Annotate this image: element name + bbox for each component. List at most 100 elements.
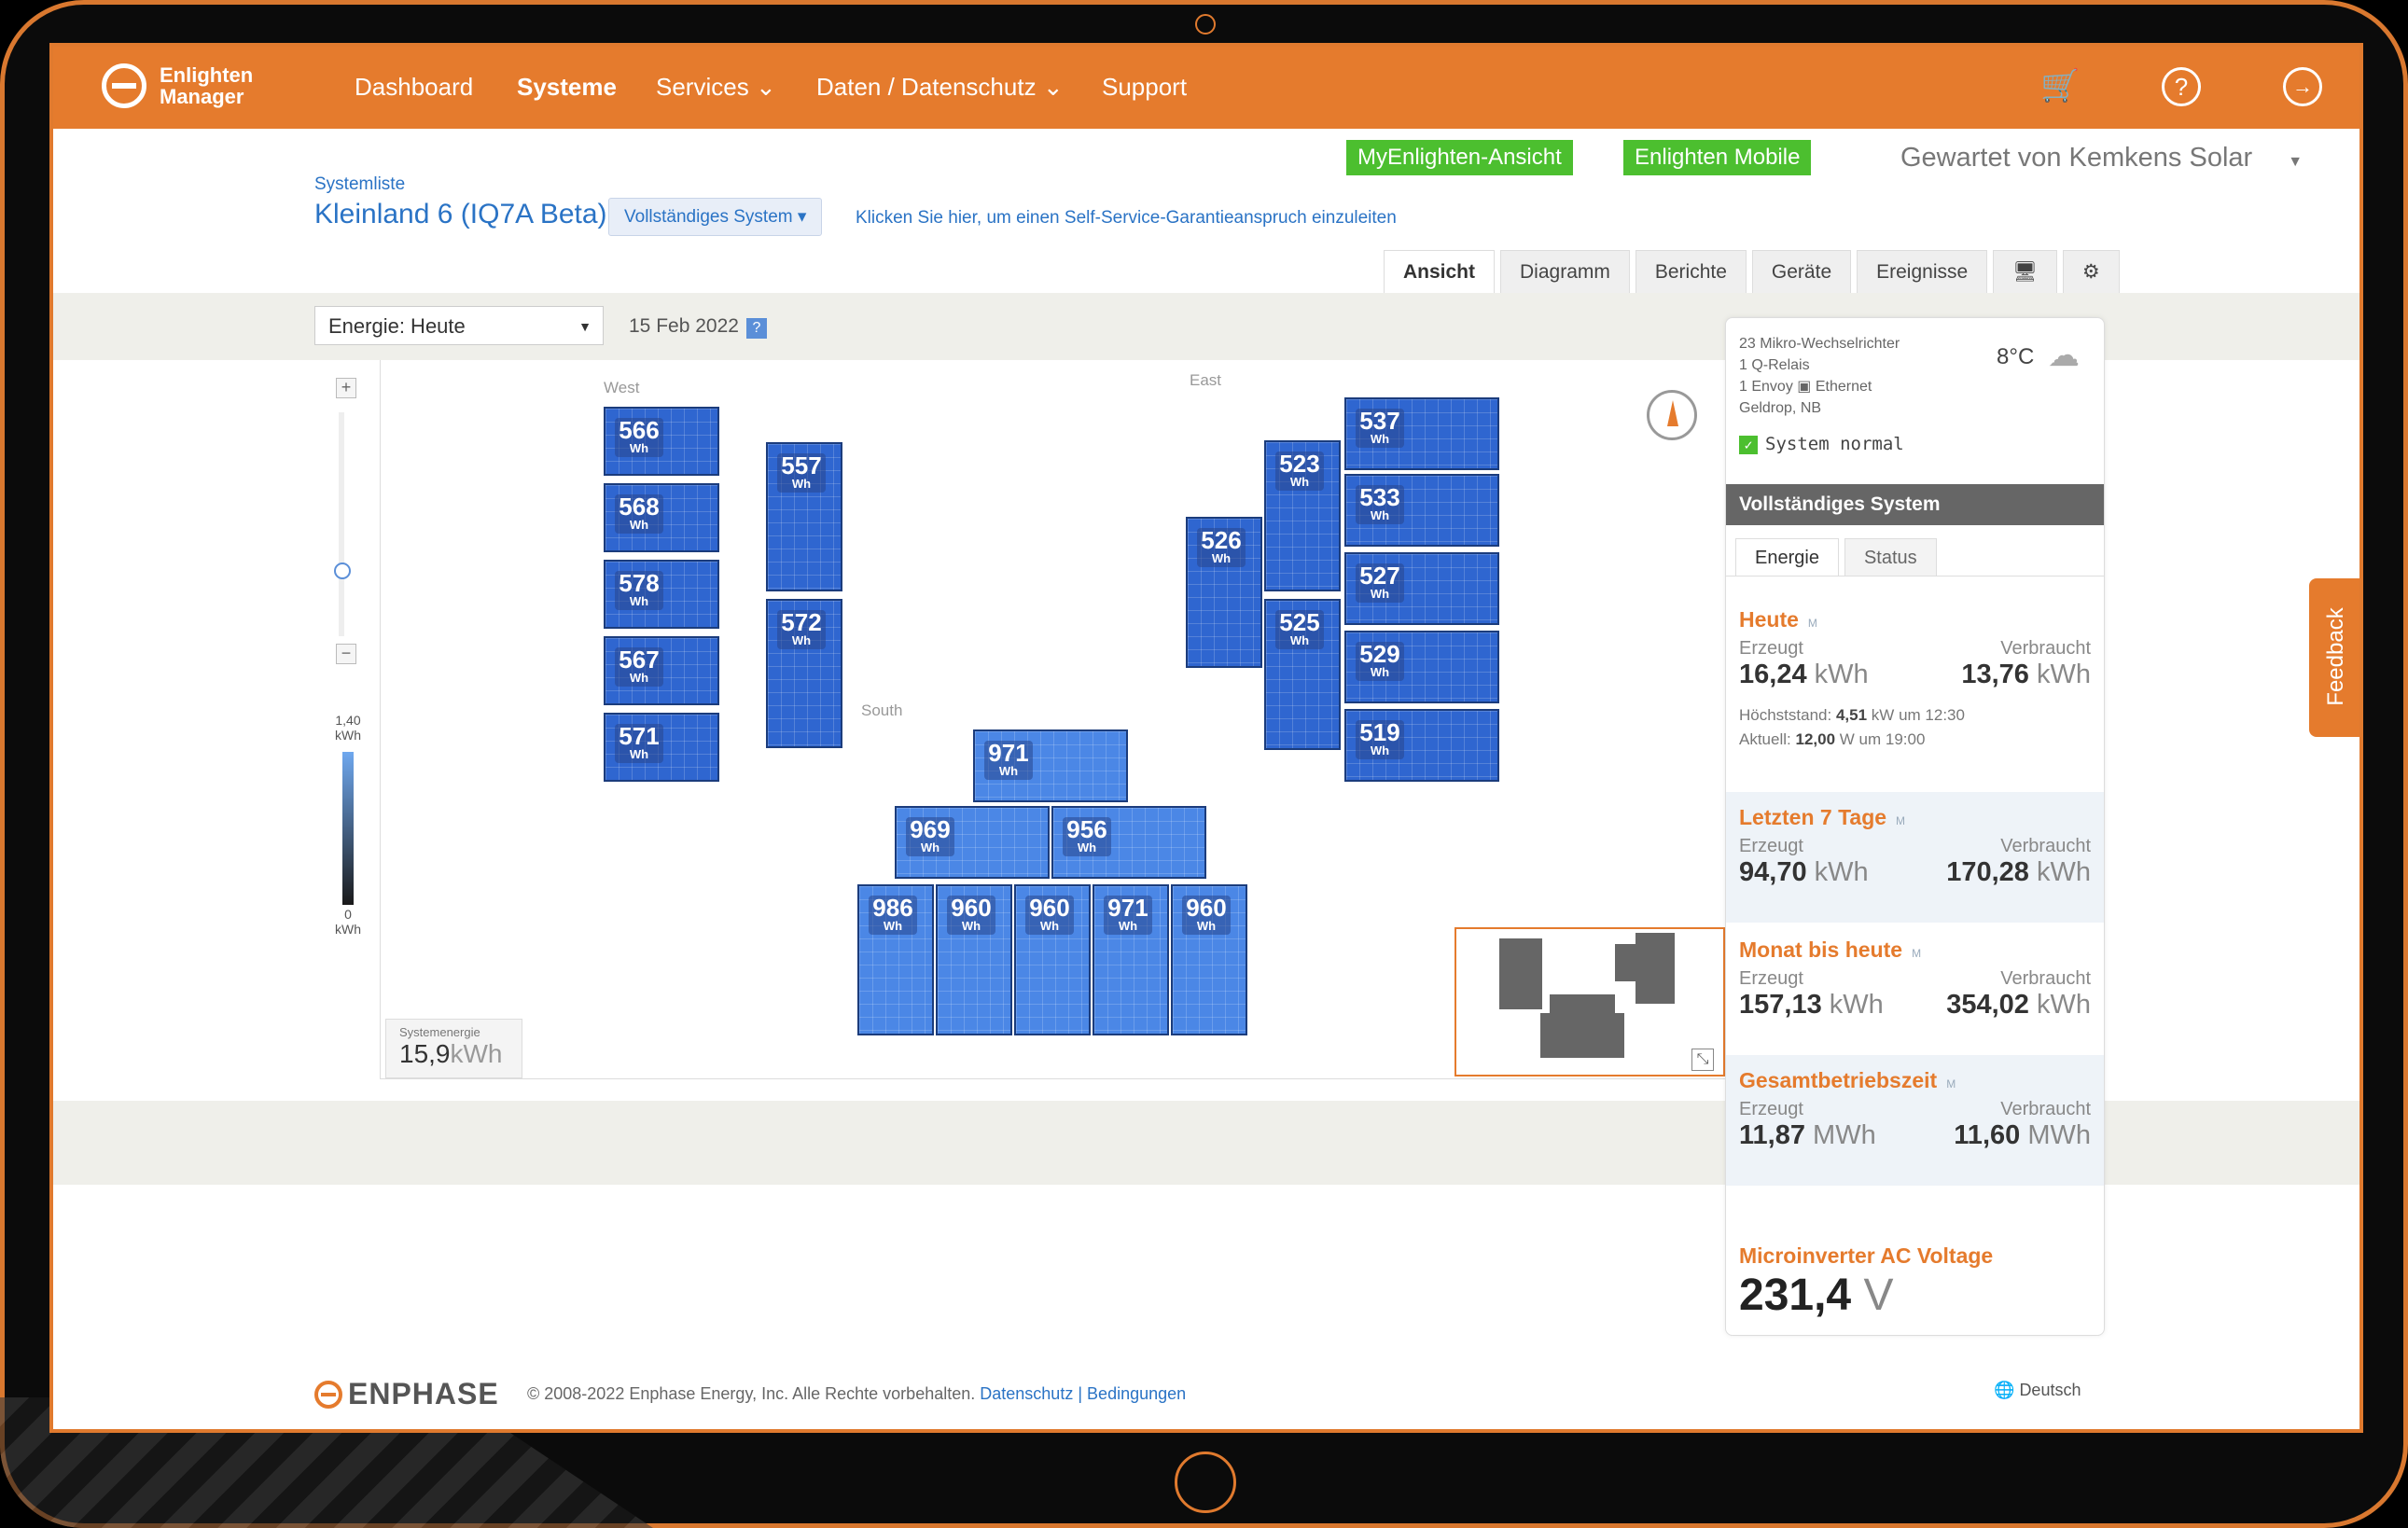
panel-label: 566 Wh	[615, 418, 663, 457]
panel-s7[interactable]: 971 Wh	[1093, 884, 1169, 1035]
panel-s3[interactable]: 956 Wh	[1051, 806, 1206, 879]
zoom-slider-track[interactable]	[339, 412, 344, 636]
panel-label: 578 Wh	[615, 571, 663, 610]
current-rest: W um 19:00	[1839, 730, 1926, 748]
feedback-button[interactable]: Feedback	[2309, 578, 2359, 737]
panel-e6[interactable]: 527 Wh	[1344, 552, 1499, 625]
tab-berichte[interactable]: Berichte	[1635, 250, 1747, 294]
enlighten-logo[interactable]: Enlighten Manager	[102, 63, 253, 108]
privacy-link[interactable]: Datenschutz	[980, 1384, 1073, 1403]
nav-services[interactable]: Services ⌄	[656, 73, 776, 102]
panel-value: 971	[988, 739, 1029, 767]
energy-select-value: Energie: Heute	[328, 314, 466, 338]
enlighten-mobile-button[interactable]: Enlighten Mobile	[1623, 140, 1812, 175]
panel-unit: Wh	[1289, 633, 1310, 647]
region-east-label: East	[1190, 371, 1222, 389]
panel-value: 525	[1279, 608, 1320, 636]
nav-daten[interactable]: Daten / Datenschutz ⌄	[816, 73, 1064, 102]
tab-ereignisse[interactable]: Ereignisse	[1857, 250, 1988, 294]
gear-icon[interactable]: ⚙	[2062, 250, 2120, 294]
panel-label: 525 Wh	[1275, 610, 1324, 649]
panel-s4[interactable]: 986 Wh	[857, 884, 934, 1035]
warranty-link[interactable]: Klicken Sie hier, um einen Self-Service-…	[856, 208, 1397, 229]
breadcrumb[interactable]: Systemliste	[314, 174, 405, 195]
panel-label: 519 Wh	[1356, 720, 1404, 759]
terms-link[interactable]: Bedingungen	[1087, 1384, 1186, 1403]
nav-support[interactable]: Support	[1102, 73, 1187, 102]
maintained-by-dropdown[interactable]: Gewartet von Kemkens Solar ▼	[1900, 143, 2303, 174]
consumed-label: Verbraucht	[2000, 638, 2091, 659]
panel-label: 529 Wh	[1356, 642, 1404, 681]
system-dropdown[interactable]: Vollständiges System ▾	[608, 198, 823, 236]
stat-month-title: Monat bis heute	[1739, 938, 1903, 962]
minimap[interactable]	[1455, 927, 1725, 1077]
inverter-count: 23 Mikro-Wechselrichter	[1739, 336, 1900, 352]
current-value: 12,00	[1795, 730, 1836, 748]
panel-unit: Wh	[920, 840, 940, 854]
current-label: Aktuell:	[1739, 730, 1791, 748]
panel-value: 567	[619, 646, 660, 674]
voltage-unit: V	[1863, 1271, 1894, 1320]
panel-e1[interactable]: 526 Wh	[1186, 517, 1262, 668]
energy-select[interactable]: Energie: Heute ▼	[314, 306, 604, 345]
panel-w7[interactable]: 572 Wh	[766, 599, 842, 748]
panel-unit: Wh	[1289, 475, 1310, 489]
panel-s6[interactable]: 960 Wh	[1014, 884, 1091, 1035]
panel-s2[interactable]: 969 Wh	[895, 806, 1050, 879]
panel-e2[interactable]: 523 Wh	[1264, 440, 1341, 591]
panel-e3[interactable]: 525 Wh	[1264, 599, 1341, 750]
tab-geraete[interactable]: Geräte	[1751, 250, 1852, 294]
panel-unit: Wh	[1370, 743, 1390, 757]
nav-dashboard[interactable]: Dashboard	[355, 73, 473, 102]
panel-e7[interactable]: 529 Wh	[1344, 631, 1499, 703]
tab-energie[interactable]: Energie	[1735, 538, 1839, 576]
panel-s5[interactable]: 960 Wh	[936, 884, 1012, 1035]
panel-s1[interactable]: 971 Wh	[973, 729, 1128, 802]
myenlighten-button[interactable]: MyEnlighten-Ansicht	[1346, 140, 1573, 175]
monitor-icon[interactable]: 🖥	[1993, 250, 2057, 294]
compass-icon	[1647, 390, 1697, 440]
panel-w4[interactable]: 567 Wh	[604, 636, 719, 705]
consumed-label: Verbraucht	[2000, 1099, 2091, 1119]
panel-w3[interactable]: 578 Wh	[604, 560, 719, 629]
panel-e4[interactable]: 537 Wh	[1344, 397, 1499, 470]
tab-status[interactable]: Status	[1844, 538, 1937, 576]
panel-s8[interactable]: 960 Wh	[1171, 884, 1247, 1035]
minimap-east-b	[1635, 933, 1675, 1004]
language-selector[interactable]: 🌐 Deutsch	[1994, 1381, 2081, 1400]
panel-e8[interactable]: 519 Wh	[1344, 709, 1499, 782]
panel-unit: Wh	[883, 919, 903, 933]
help-icon[interactable]: ?	[745, 318, 767, 339]
panel-w1[interactable]: 566 Wh	[604, 407, 719, 476]
globe-icon: 🌐	[1994, 1381, 2015, 1399]
zoom-slider-thumb[interactable]	[334, 563, 351, 579]
panel-w6[interactable]: 557 Wh	[766, 442, 842, 591]
panel-unit: Wh	[629, 441, 649, 455]
weather-snow-icon: ☁	[2048, 338, 2080, 373]
zoom-out-button[interactable]: −	[336, 644, 356, 664]
top-nav: Enlighten Manager Dashboard Systeme Serv…	[53, 47, 2359, 129]
panel-value: 572	[781, 608, 822, 636]
enphase-logo[interactable]: ENPHASE	[314, 1377, 499, 1411]
panel-label: 969 Wh	[906, 817, 954, 856]
panel-w5[interactable]: 571 Wh	[604, 713, 719, 782]
tab-diagramm[interactable]: Diagramm	[1500, 250, 1630, 294]
zoom-in-button[interactable]: +	[336, 378, 356, 398]
cart-icon[interactable]: 🛒	[2040, 67, 2080, 104]
expand-icon[interactable]: ⤡	[1691, 1049, 1714, 1071]
tab-ansicht[interactable]: Ansicht	[1384, 250, 1496, 294]
panel-unit: Wh	[1118, 919, 1138, 933]
nav-systeme[interactable]: Systeme	[517, 73, 617, 102]
panel-unit: Wh	[961, 919, 981, 933]
stat-week-title: Letzten 7 Tage	[1739, 805, 1887, 829]
panel-w2[interactable]: 568 Wh	[604, 483, 719, 552]
peak-value: 4,51	[1835, 706, 1868, 724]
total-consumed-unit: MWh	[2027, 1120, 2091, 1150]
help-icon[interactable]: ?	[2162, 67, 2201, 106]
home-button[interactable]	[1175, 1452, 1236, 1513]
logout-icon[interactable]: →	[2283, 67, 2322, 106]
panel-label: 537 Wh	[1356, 409, 1404, 448]
panel-value: 956	[1066, 815, 1107, 843]
panel-e5[interactable]: 533 Wh	[1344, 474, 1499, 547]
system-status: ✓ System normal	[1739, 434, 1904, 454]
